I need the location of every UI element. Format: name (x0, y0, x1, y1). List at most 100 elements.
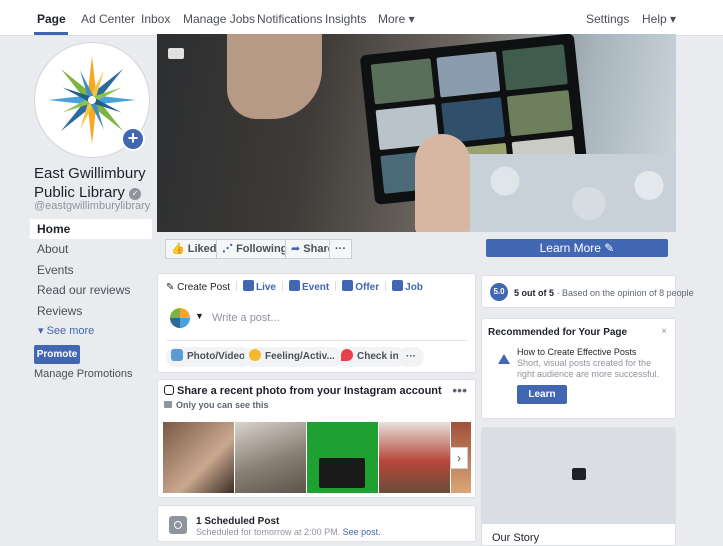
page-title: East Gwillimbury Public Library ✓ (34, 164, 154, 202)
instagram-photo[interactable] (379, 422, 450, 493)
feeling-activity-button[interactable]: Feeling/Activ... (244, 347, 342, 367)
live-video-icon (242, 280, 254, 291)
leftnav-about[interactable]: About (30, 239, 152, 259)
page-handle[interactable]: @eastgwillimburylibrary (34, 200, 150, 212)
instagram-title-text: Share a recent photo from your Instagram… (177, 385, 442, 397)
verified-icon: ✓ (129, 188, 142, 200)
composer-tabs: ✎ Create Post Live Event Offer Job (166, 280, 429, 296)
scheduled-time-text: Scheduled for tomorrow at 2:00 PM. (196, 527, 341, 537)
offer-tag-icon (342, 280, 354, 291)
active-tab-indicator (34, 32, 68, 35)
briefcase-icon (392, 280, 404, 291)
cover-arm (227, 34, 322, 119)
more-actions-button[interactable]: ··· (329, 239, 352, 259)
instagram-photo[interactable] (307, 422, 378, 493)
composer-avatar[interactable] (170, 308, 190, 328)
nav-notifications[interactable]: Notifications (257, 0, 322, 36)
cover-photo[interactable] (157, 34, 676, 232)
see-post-link[interactable]: See post. (343, 527, 381, 537)
check-in-label: Check in (357, 351, 399, 362)
rating-detail: · Based on the opinion of 8 people (556, 288, 694, 298)
lock-icon (164, 401, 172, 408)
nav-insights[interactable]: Insights (325, 0, 366, 36)
instagram-photo[interactable] (163, 422, 234, 493)
leftnav-see-more[interactable]: ▾ See more (30, 321, 152, 341)
nav-settings[interactable]: Settings (586, 0, 629, 36)
composer-divider (166, 340, 467, 341)
instagram-icon (164, 385, 174, 395)
leftnav-reviews[interactable]: Reviews (30, 301, 152, 321)
leftnav-events[interactable]: Events (30, 260, 152, 280)
post-composer: ✎ Create Post Live Event Offer Job ▼ Wri… (157, 273, 476, 373)
tab-event[interactable]: Event (289, 280, 329, 293)
nav-manage-jobs[interactable]: Manage Jobs (183, 0, 255, 36)
share-icon: ➦ (291, 243, 301, 255)
photo-icon (171, 349, 183, 361)
recommended-title: Recommended for Your Page (488, 327, 628, 338)
offer-label: Offer (355, 282, 380, 293)
recommended-card: Recommended for Your Page × How to Creat… (481, 318, 676, 419)
write-post-input[interactable]: Write a post... (212, 312, 280, 324)
nav-more[interactable]: More ▾ (378, 0, 415, 36)
tab-job[interactable]: Job (392, 280, 423, 293)
more-options-button[interactable]: ··· (398, 347, 424, 367)
nav-inbox[interactable]: Inbox (141, 0, 170, 36)
triangle-icon (498, 354, 510, 364)
recommended-item-title[interactable]: How to Create Effective Posts (517, 347, 636, 357)
location-pin-icon (341, 349, 353, 361)
leftnav-home[interactable]: Home (30, 219, 152, 239)
rating-card: 5.0 5 out of 5 · Based on the opinion of… (481, 275, 694, 308)
job-label: Job (405, 282, 423, 293)
rating-text[interactable]: 5 out of 5 · Based on the opinion of 8 p… (514, 288, 694, 298)
event-label: Event (302, 282, 330, 293)
caret-down-icon[interactable]: ▼ (195, 311, 204, 321)
rating-bold: 5 out of 5 (514, 288, 554, 298)
privacy-note: Only you can see this (164, 400, 269, 410)
promote-button[interactable]: Promote (34, 345, 80, 364)
update-photo-button[interactable]: + (121, 127, 145, 151)
feeling-label: Feeling/Activ... (265, 351, 335, 362)
live-label: Live (255, 282, 276, 293)
top-nav: Page Ad Center Inbox Manage Jobs Notific… (0, 0, 723, 36)
photo-video-button[interactable]: Photo/Video (166, 347, 253, 367)
smiley-icon (249, 349, 261, 361)
clock-icon (169, 516, 187, 534)
left-nav: Home About Events Read our reviews Revie… (30, 219, 152, 341)
manage-promotions-link[interactable]: Manage Promotions (34, 368, 132, 380)
calendar-icon (289, 280, 300, 291)
see-more-label: See more (46, 324, 95, 337)
our-story-card: Our Story (481, 427, 676, 546)
tab-live[interactable]: Live (242, 280, 276, 293)
instagram-photo[interactable] (235, 422, 306, 493)
create-post-label: Create Post (177, 282, 230, 293)
card-options-icon[interactable]: ••• (452, 382, 467, 398)
pencil-icon: ✎ (166, 282, 175, 293)
scheduled-post-title: 1 Scheduled Post (196, 516, 280, 527)
check-in-button[interactable]: Check in (336, 347, 406, 367)
instagram-card-title: Share a recent photo from your Instagram… (164, 385, 442, 397)
nav-ad-center[interactable]: Ad Center (81, 0, 135, 36)
nav-help[interactable]: Help ▾ (642, 0, 676, 36)
scheduled-post-card: 1 Scheduled Post Scheduled for tomorrow … (157, 505, 476, 542)
our-story-label: Our Story (492, 532, 540, 544)
learn-more-button[interactable]: Learn More ✎ (486, 239, 668, 257)
video-camera-icon[interactable] (168, 48, 184, 59)
tab-offer[interactable]: Offer (342, 280, 379, 293)
tab-create-post[interactable]: ✎ Create Post (166, 282, 230, 293)
recommended-item-text: Short, visual posts created for the righ… (517, 358, 660, 379)
caret-down-icon: ▾ (38, 324, 44, 337)
nav-page[interactable]: Page (37, 0, 66, 36)
cover-hand (415, 134, 470, 232)
privacy-note-text: Only you can see this (176, 400, 269, 410)
rating-badge: 5.0 (490, 283, 508, 301)
thumbs-up-icon: 👍 (171, 243, 185, 255)
learn-how-button[interactable]: Learn How (517, 385, 567, 419)
add-photo-icon[interactable] (572, 468, 586, 480)
close-icon[interactable]: × (661, 326, 667, 337)
rss-icon: ⋰ (222, 243, 233, 255)
cover-knit-blanket (457, 154, 676, 232)
next-arrow-button[interactable]: › (450, 447, 468, 469)
photo-video-label: Photo/Video (187, 351, 246, 362)
scheduled-post-text: Scheduled for tomorrow at 2:00 PM. See p… (196, 527, 381, 537)
leftnav-read-reviews[interactable]: Read our reviews (30, 280, 152, 300)
